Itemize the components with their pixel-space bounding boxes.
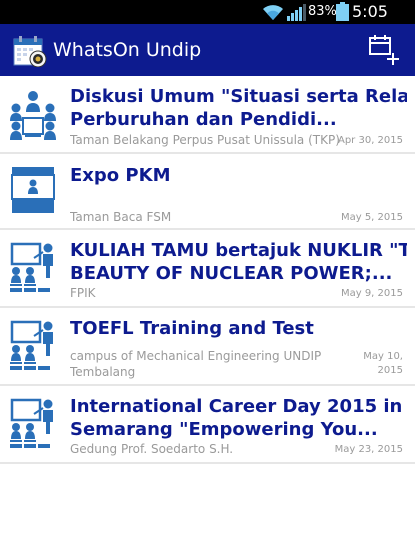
event-item[interactable]: TOEFL Training and Test campus of Mechan… bbox=[0, 308, 415, 386]
event-location: Taman Baca FSM bbox=[70, 210, 172, 224]
event-title: KULIAH TAMU bertajuk NUKLIR "THE BEAUTY … bbox=[70, 239, 407, 285]
event-list: Diskusi Umum "Situasi serta Relasi Perbu… bbox=[0, 76, 415, 464]
event-location: FPIK bbox=[70, 286, 96, 300]
event-date: May 10, 2015 bbox=[363, 351, 403, 376]
event-date: May 23, 2015 bbox=[334, 444, 403, 455]
event-location: Taman Belakang Perpus Pusat Unissula (TK… bbox=[70, 133, 340, 147]
lecture-icon bbox=[10, 320, 53, 370]
lecture-icon bbox=[10, 398, 53, 448]
discussion-group-icon bbox=[10, 91, 56, 140]
add-event-icon[interactable] bbox=[367, 35, 401, 65]
event-date: May 5, 2015 bbox=[340, 212, 403, 223]
expo-booth-icon bbox=[11, 167, 55, 213]
event-location: campus of Mechanical Engineering UNDIP T… bbox=[70, 349, 322, 379]
lecture-icon bbox=[10, 242, 53, 292]
action-bar: WhatsOn Undip bbox=[0, 24, 415, 76]
calendar-logo-icon bbox=[13, 36, 47, 67]
battery-icon bbox=[336, 2, 349, 21]
event-title: Diskusi Umum "Situasi serta Relasi Perbu… bbox=[70, 85, 407, 131]
app-title: WhatsOn Undip bbox=[53, 39, 202, 61]
signal-icon bbox=[287, 4, 306, 21]
event-title-line: Expo PKM bbox=[70, 165, 171, 186]
event-date: Apr 30, 2015 bbox=[337, 135, 403, 146]
event-title-line: BEAUTY OF NUCLEAR POWER;... bbox=[70, 263, 393, 284]
event-date: May 9, 2015 bbox=[340, 288, 403, 299]
event-item[interactable]: Diskusi Umum "Situasi serta Relasi Perbu… bbox=[0, 76, 415, 154]
event-title-line: Semarang "Empowering You... bbox=[70, 419, 378, 440]
event-title-line: TOEFL Training and Test bbox=[70, 318, 314, 339]
battery-percent: 83% bbox=[308, 4, 337, 19]
event-title: TOEFL Training and Test bbox=[70, 317, 407, 340]
status-bar: 83% 5:05 PM bbox=[0, 0, 415, 41]
event-title: International Career Day 2015 in Semaran… bbox=[70, 395, 407, 441]
event-title: Expo PKM bbox=[70, 164, 407, 187]
event-title-line: Perburuhan dan Pendidi... bbox=[70, 109, 337, 130]
event-location: Gedung Prof. Soedarto S.H. bbox=[70, 442, 234, 456]
event-title-line: International Career Day 2015 in bbox=[70, 396, 403, 417]
event-title-line: Diskusi Umum "Situasi serta Relasi bbox=[70, 86, 407, 107]
event-title-line: KULIAH TAMU bertajuk NUKLIR "THE bbox=[70, 240, 407, 261]
event-item[interactable]: KULIAH TAMU bertajuk NUKLIR "THE BEAUTY … bbox=[0, 230, 415, 308]
event-item[interactable]: International Career Day 2015 in Semaran… bbox=[0, 386, 415, 464]
wifi-icon bbox=[263, 5, 283, 20]
event-item[interactable]: Expo PKM Taman Baca FSM May 5, 2015 bbox=[0, 154, 415, 230]
